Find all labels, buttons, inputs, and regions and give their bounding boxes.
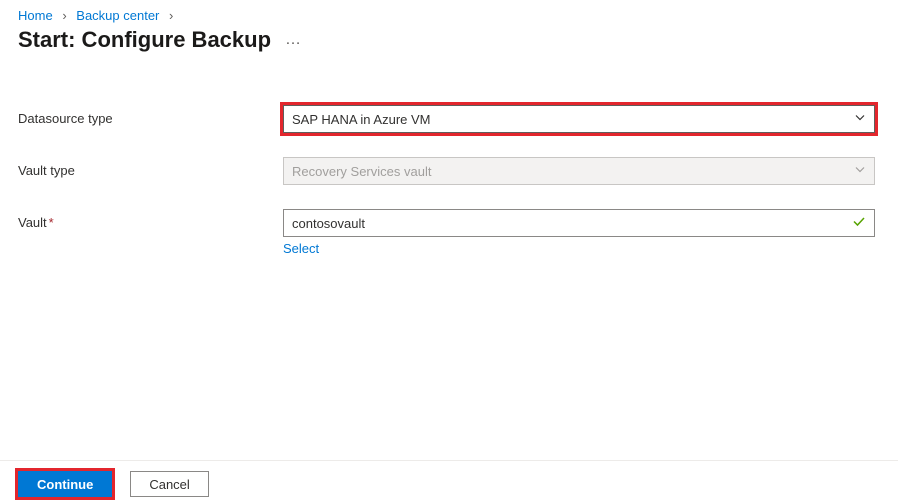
more-actions-button[interactable]: …	[285, 31, 302, 49]
configure-backup-form: Datasource type SAP HANA in Azure VM Vau…	[0, 53, 898, 256]
chevron-right-icon: ›	[62, 8, 66, 23]
page-title: Start: Configure Backup	[18, 27, 271, 53]
label-datasource-type: Datasource type	[18, 105, 283, 126]
row-vault: Vault* contosovault Select	[18, 209, 880, 256]
continue-button[interactable]: Continue	[18, 471, 112, 497]
label-vault-type: Vault type	[18, 157, 283, 178]
required-indicator: *	[49, 215, 54, 230]
row-vault-type: Vault type Recovery Services vault	[18, 157, 880, 185]
cancel-button[interactable]: Cancel	[130, 471, 208, 497]
page-header: Start: Configure Backup …	[0, 25, 898, 53]
chevron-right-icon: ›	[169, 8, 173, 23]
label-vault: Vault*	[18, 209, 283, 230]
footer-actions: Continue Cancel	[0, 460, 898, 501]
checkmark-icon	[852, 215, 866, 232]
datasource-type-select[interactable]: SAP HANA in Azure VM	[283, 105, 875, 133]
row-datasource-type: Datasource type SAP HANA in Azure VM	[18, 105, 880, 133]
vault-type-select: Recovery Services vault	[283, 157, 875, 185]
chevron-down-icon	[854, 112, 866, 127]
vault-value: contosovault	[292, 216, 365, 231]
breadcrumb-home[interactable]: Home	[18, 8, 53, 23]
vault-input[interactable]: contosovault	[283, 209, 875, 237]
breadcrumb-backup-center[interactable]: Backup center	[76, 8, 159, 23]
breadcrumb: Home › Backup center ›	[0, 0, 898, 25]
datasource-type-value: SAP HANA in Azure VM	[292, 112, 431, 127]
chevron-down-icon	[854, 164, 866, 179]
vault-type-value: Recovery Services vault	[292, 164, 431, 179]
select-vault-link[interactable]: Select	[283, 241, 319, 256]
